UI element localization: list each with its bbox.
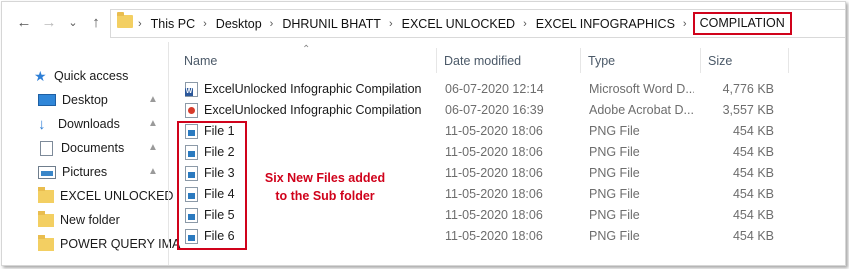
- sidebar-item-label: Quick access: [54, 69, 129, 83]
- sidebar-item-new-folder[interactable]: New folder: [38, 209, 120, 231]
- file-name: ExcelUnlocked Infographic Compilation ..…: [204, 103, 426, 117]
- annotation-note: Six New Files added to the Sub folder: [259, 169, 391, 205]
- sidebar-item-label: New folder: [60, 213, 120, 227]
- file-date: 06-07-2020 16:39: [445, 103, 544, 117]
- sidebar-item-downloads[interactable]: ↓ Downloads: [38, 113, 120, 135]
- file-size: 454 KB: [732, 166, 774, 180]
- sidebar-item-label: EXCEL UNLOCKED: [60, 189, 174, 203]
- breadcrumb-chevron-icon[interactable]: ›: [523, 18, 527, 30]
- pin-icon[interactable]: ▲: [148, 142, 158, 153]
- file-type: Adobe Acrobat D...: [589, 103, 694, 117]
- sidebar-item-label: Desktop: [62, 93, 108, 107]
- column-divider[interactable]: [436, 48, 437, 73]
- pin-icon[interactable]: ▲: [148, 118, 158, 129]
- file-date: 11-05-2020 18:06: [445, 124, 543, 138]
- file-size: 4,776 KB: [722, 82, 774, 96]
- file-type: PNG File: [589, 208, 640, 222]
- file-date: 11-05-2020 18:06: [445, 229, 543, 243]
- file-row[interactable]: ExcelUnlocked Infographic Compilation ..…: [168, 100, 844, 121]
- sidebar-item-pictures[interactable]: Pictures: [38, 161, 107, 183]
- file-date: 11-05-2020 18:06: [445, 166, 543, 180]
- breadcrumb-chevron-icon[interactable]: ›: [138, 18, 142, 30]
- sidebar-item-documents[interactable]: Documents: [38, 137, 124, 159]
- breadcrumb-compilation[interactable]: COMPILATION: [692, 12, 792, 35]
- file-type: PNG File: [589, 145, 640, 159]
- breadcrumb-desktop[interactable]: Desktop: [216, 17, 262, 31]
- document-icon: [40, 140, 53, 156]
- sidebar-item-excel-unlocked[interactable]: EXCEL UNLOCKED: [38, 185, 173, 207]
- column-header-size[interactable]: Size: [708, 54, 732, 68]
- column-divider[interactable]: [580, 48, 581, 73]
- download-icon: ↓: [38, 115, 46, 133]
- annotation-line-1: Six New Files added: [264, 171, 386, 185]
- file-size: 3,557 KB: [722, 103, 774, 117]
- sort-ascending-icon: ⌃: [302, 44, 311, 55]
- address-bar[interactable]: › This PC › Desktop › DHRUNIL BHATT › EX…: [110, 9, 845, 38]
- sidebar-item-quick-access[interactable]: ★ Quick access: [34, 65, 128, 87]
- file-type: PNG File: [589, 124, 640, 138]
- file-row[interactable]: File 2 11-05-2020 18:06 PNG File 454 KB: [168, 142, 844, 163]
- column-header-type[interactable]: Type: [588, 54, 615, 68]
- file-name: ExcelUnlocked Infographic Compilation ..…: [204, 82, 426, 96]
- column-header-date[interactable]: Date modified: [444, 54, 521, 68]
- up-arrow-icon[interactable]: ↑: [87, 14, 105, 32]
- breadcrumb-this-pc[interactable]: This PC: [151, 17, 195, 31]
- file-type: PNG File: [589, 229, 640, 243]
- folder-icon: [38, 186, 54, 203]
- file-row[interactable]: File 1 11-05-2020 18:06 PNG File 454 KB: [168, 121, 844, 142]
- file-date: 11-05-2020 18:06: [445, 145, 543, 159]
- file-date: 11-05-2020 18:06: [445, 187, 543, 201]
- sidebar-item-label: Pictures: [62, 165, 108, 179]
- sidebar-item-desktop[interactable]: Desktop: [38, 89, 108, 111]
- file-type: Microsoft Word D...: [589, 82, 694, 96]
- folder-icon: [38, 234, 54, 251]
- file-size: 454 KB: [732, 187, 774, 201]
- annotation-line-2: to the Sub folder: [275, 189, 375, 203]
- sidebar-item-label: POWER QUERY IMA: [60, 237, 181, 251]
- file-size: 454 KB: [732, 124, 774, 138]
- pin-icon[interactable]: ▲: [148, 166, 158, 177]
- file-date: 11-05-2020 18:06: [445, 208, 543, 222]
- file-date: 06-07-2020 12:14: [445, 82, 544, 96]
- column-divider[interactable]: [700, 48, 701, 73]
- breadcrumb-chevron-icon[interactable]: ›: [389, 18, 393, 30]
- column-header-name[interactable]: Name: [184, 54, 217, 68]
- sidebar-item-power-query[interactable]: POWER QUERY IMA: [38, 233, 180, 255]
- file-row[interactable]: File 6 11-05-2020 18:06 PNG File 454 KB: [168, 226, 844, 247]
- folder-icon: [38, 210, 54, 227]
- file-type: PNG File: [589, 166, 640, 180]
- sidebar-item-label: Documents: [61, 141, 125, 155]
- forward-arrow-icon[interactable]: →: [40, 14, 58, 32]
- breadcrumb-chevron-icon[interactable]: ›: [683, 18, 687, 30]
- pin-icon[interactable]: ▲: [148, 94, 158, 105]
- breadcrumb-dhrunil-bhatt[interactable]: DHRUNIL BHATT: [282, 17, 381, 31]
- file-type: PNG File: [589, 187, 640, 201]
- folder-icon: [117, 12, 133, 28]
- column-header-row: ⌃ Name Date modified Type Size: [168, 44, 844, 74]
- breadcrumb-excel-infographics[interactable]: EXCEL INFOGRAPHICS: [536, 17, 675, 31]
- pdf-file-icon: [185, 103, 198, 118]
- desktop-icon: [38, 94, 56, 106]
- breadcrumb-excel-unlocked[interactable]: EXCEL UNLOCKED: [402, 17, 515, 31]
- navigation-pane: ★ Quick access Desktop ▲ ↓ Downloads ▲ D…: [2, 46, 180, 265]
- file-row[interactable]: ExcelUnlocked Infographic Compilation ..…: [168, 79, 844, 100]
- back-arrow-icon[interactable]: ←: [15, 14, 33, 32]
- sidebar-item-label: Downloads: [58, 117, 120, 131]
- breadcrumb-chevron-icon[interactable]: ›: [270, 18, 274, 30]
- file-size: 454 KB: [732, 229, 774, 243]
- new-files-highlight-box: [177, 121, 247, 250]
- file-size: 454 KB: [732, 145, 774, 159]
- file-size: 454 KB: [732, 208, 774, 222]
- file-row[interactable]: File 5 11-05-2020 18:06 PNG File 454 KB: [168, 205, 844, 226]
- breadcrumb: › This PC › Desktop › DHRUNIL BHATT › EX…: [138, 10, 792, 37]
- word-file-icon: [185, 82, 198, 97]
- breadcrumb-chevron-icon[interactable]: ›: [203, 18, 207, 30]
- column-divider[interactable]: [788, 48, 789, 73]
- star-icon: ★: [34, 67, 47, 84]
- recent-locations-chevron-icon[interactable]: ⌄: [64, 14, 82, 32]
- file-explorer-window: ← → ⌄ ↑ › This PC › Desktop › DHRUNIL BH…: [1, 1, 846, 266]
- picture-icon: [38, 165, 56, 179]
